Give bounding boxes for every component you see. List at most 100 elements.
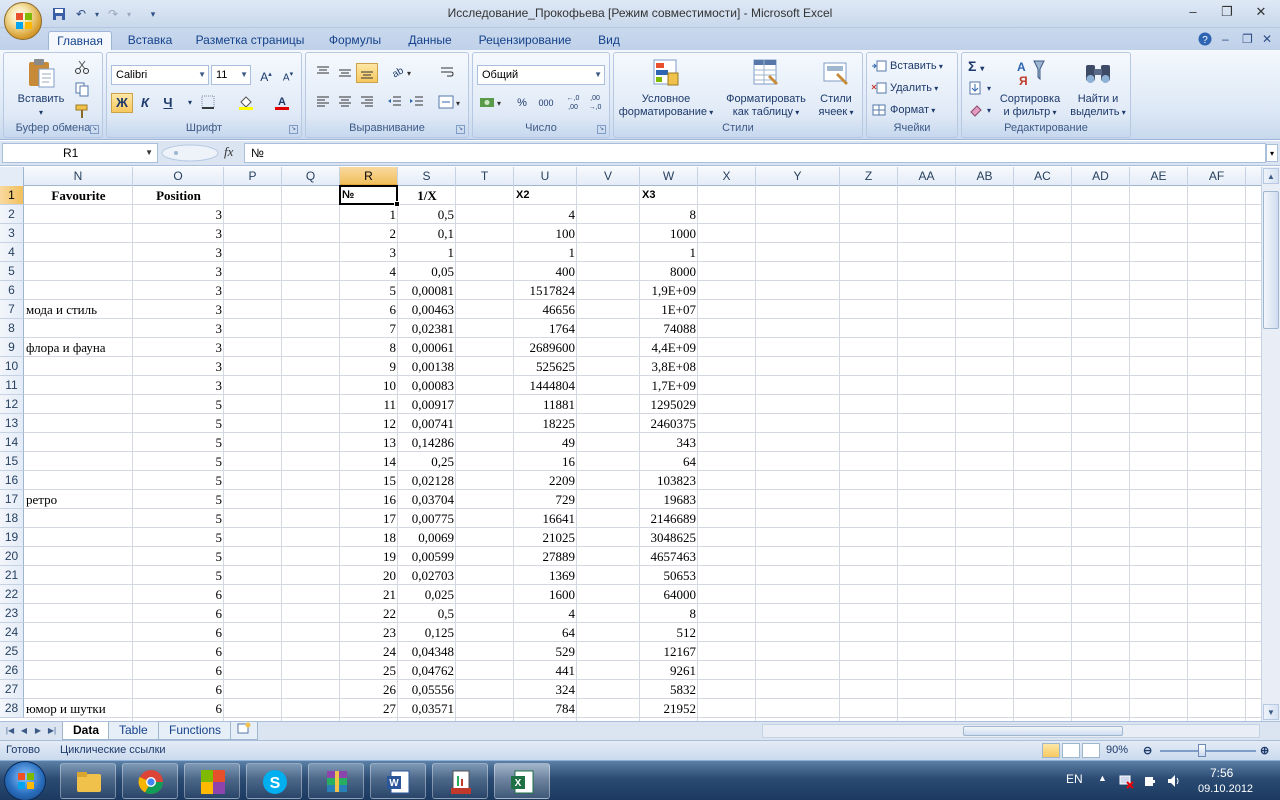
table-cell-position[interactable]: 5 (133, 509, 224, 528)
table-cell-x3[interactable]: 3,8E+08 (640, 357, 698, 376)
paste-button[interactable]: Вставить ▾ (12, 57, 70, 119)
sheet-tab-data[interactable]: Data (62, 722, 111, 740)
table-cell-position[interactable]: 3 (133, 205, 224, 224)
decrease-decimal-icon[interactable]: ,00 →,0 (585, 93, 605, 113)
page-break-view-button[interactable] (1082, 743, 1100, 758)
table-cell-number[interactable]: 3 (340, 243, 398, 262)
clipboard-launcher-icon[interactable]: ↘ (90, 125, 99, 134)
table-cell-x2[interactable]: 46656 (514, 300, 577, 319)
table-cell-reciprocal[interactable]: 0,05556 (398, 680, 456, 699)
insert-sheet-icon[interactable] (230, 722, 258, 740)
sort-filter-button[interactable]: АЯ Сортировка и фильтр ▾ (996, 57, 1064, 119)
table-cell-position[interactable]: 3 (133, 224, 224, 243)
row-header[interactable]: 1 (0, 186, 24, 205)
table-cell-x2[interactable]: 2209 (514, 471, 577, 490)
table-cell-position[interactable]: 6 (133, 585, 224, 604)
table-cell-x2[interactable]: 525625 (514, 357, 577, 376)
table-cell-x2[interactable]: 1517824 (514, 281, 577, 300)
borders-icon[interactable] (197, 93, 219, 113)
underline-button[interactable]: Ч (157, 93, 179, 113)
font-launcher-icon[interactable]: ↘ (289, 125, 298, 134)
row-header[interactable]: 22 (0, 585, 24, 604)
zoom-out-icon[interactable]: ⊖ (1143, 744, 1152, 757)
table-cell-number[interactable]: 14 (340, 452, 398, 471)
table-cell-x3[interactable]: 64 (640, 452, 698, 471)
font-name-combo[interactable]: Calibri ▼ (111, 65, 209, 85)
table-cell-number[interactable]: 19 (340, 547, 398, 566)
first-sheet-icon[interactable]: |◀ (4, 724, 16, 738)
tab-data[interactable]: Данные (398, 31, 462, 50)
row-header[interactable]: 24 (0, 623, 24, 642)
header-cell-position[interactable]: Position (133, 186, 224, 205)
table-cell-number[interactable]: 16 (340, 490, 398, 509)
taskbar-app-colored[interactable] (184, 763, 240, 799)
table-cell-x2[interactable]: 729 (514, 490, 577, 509)
table-cell-x3[interactable]: 1295029 (640, 395, 698, 414)
clock-date[interactable]: 09.10.2012 (1198, 783, 1253, 795)
font-name-dropdown-icon[interactable]: ▼ (198, 66, 206, 84)
column-header[interactable]: W (640, 167, 698, 186)
row-header[interactable]: 10 (0, 357, 24, 376)
taskbar-chrome[interactable] (122, 763, 178, 799)
table-cell-x3[interactable]: 64000 (640, 585, 698, 604)
table-cell-x2[interactable]: 4 (514, 205, 577, 224)
table-cell-number[interactable]: 20 (340, 566, 398, 585)
align-left-icon[interactable] (312, 93, 334, 113)
table-cell-x3[interactable]: 21952 (640, 699, 698, 718)
table-cell-reciprocal[interactable]: 0,00775 (398, 509, 456, 528)
row-header[interactable]: 9 (0, 338, 24, 357)
header-cell-x3[interactable]: X3 (640, 186, 698, 205)
column-header[interactable]: AD (1072, 167, 1130, 186)
table-cell-reciprocal[interactable]: 0,00061 (398, 338, 456, 357)
cut-icon[interactable] (74, 57, 93, 77)
table-cell-reciprocal[interactable]: 1 (398, 243, 456, 262)
table-cell-x2[interactable]: 49 (514, 433, 577, 452)
table-cell-x2[interactable]: 1444804 (514, 376, 577, 395)
table-cell-x2[interactable]: 1 (514, 243, 577, 262)
table-cell-x2[interactable]: 11881 (514, 395, 577, 414)
table-cell-reciprocal[interactable]: 0,00138 (398, 357, 456, 376)
header-cell-reciprocal[interactable]: 1/X (398, 186, 456, 205)
column-header[interactable]: S (398, 167, 456, 186)
table-cell-x3[interactable]: 343 (640, 433, 698, 452)
header-cell-x2[interactable]: X2 (514, 186, 577, 205)
table-cell-x2[interactable]: 64 (514, 623, 577, 642)
comma-style-icon[interactable]: 000 (533, 93, 559, 113)
taskbar-winrar[interactable] (308, 763, 364, 799)
column-header[interactable]: Q (282, 167, 340, 186)
row-header[interactable]: 2 (0, 205, 24, 224)
start-button[interactable] (4, 761, 46, 800)
row-header[interactable]: 11 (0, 376, 24, 395)
table-cell-reciprocal[interactable]: 0,25 (398, 452, 456, 471)
row-header[interactable]: 25 (0, 642, 24, 661)
column-header[interactable]: Z (840, 167, 898, 186)
row-header[interactable]: 12 (0, 395, 24, 414)
table-cell-number[interactable]: 26 (340, 680, 398, 699)
row-header[interactable]: 18 (0, 509, 24, 528)
table-cell-x3[interactable]: 8 (640, 205, 698, 224)
taskbar-skype[interactable]: S (246, 763, 302, 799)
horizontal-scrollbar[interactable] (762, 724, 1260, 738)
minimize-button[interactable]: ‒ (1180, 3, 1206, 21)
row-header[interactable]: 23 (0, 604, 24, 623)
table-cell-reciprocal[interactable]: 0,03704 (398, 490, 456, 509)
normal-view-button[interactable] (1042, 743, 1060, 758)
table-cell-reciprocal[interactable]: 0,02703 (398, 566, 456, 585)
orientation-icon[interactable]: ab ▾ (386, 63, 418, 83)
row-header[interactable]: 17 (0, 490, 24, 509)
table-cell-x2[interactable]: 529 (514, 642, 577, 661)
table-cell-position[interactable]: 5 (133, 471, 224, 490)
table-cell-number[interactable]: 12 (340, 414, 398, 433)
table-cell-position[interactable]: 5 (133, 490, 224, 509)
autosum-icon[interactable]: Σ ▾ (968, 56, 984, 76)
table-cell-number[interactable]: 11 (340, 395, 398, 414)
formula-input[interactable]: № (244, 143, 1266, 163)
column-header[interactable]: N (24, 167, 133, 186)
align-bottom-icon[interactable] (356, 63, 378, 83)
table-cell-favourite[interactable]: юмор и шутки (24, 699, 133, 718)
table-cell-x3[interactable]: 4657463 (640, 547, 698, 566)
table-cell-number[interactable]: 15 (340, 471, 398, 490)
table-cell-position[interactable]: 6 (133, 604, 224, 623)
table-cell-x3[interactable]: 8 (640, 604, 698, 623)
table-cell-x3[interactable]: 9261 (640, 661, 698, 680)
